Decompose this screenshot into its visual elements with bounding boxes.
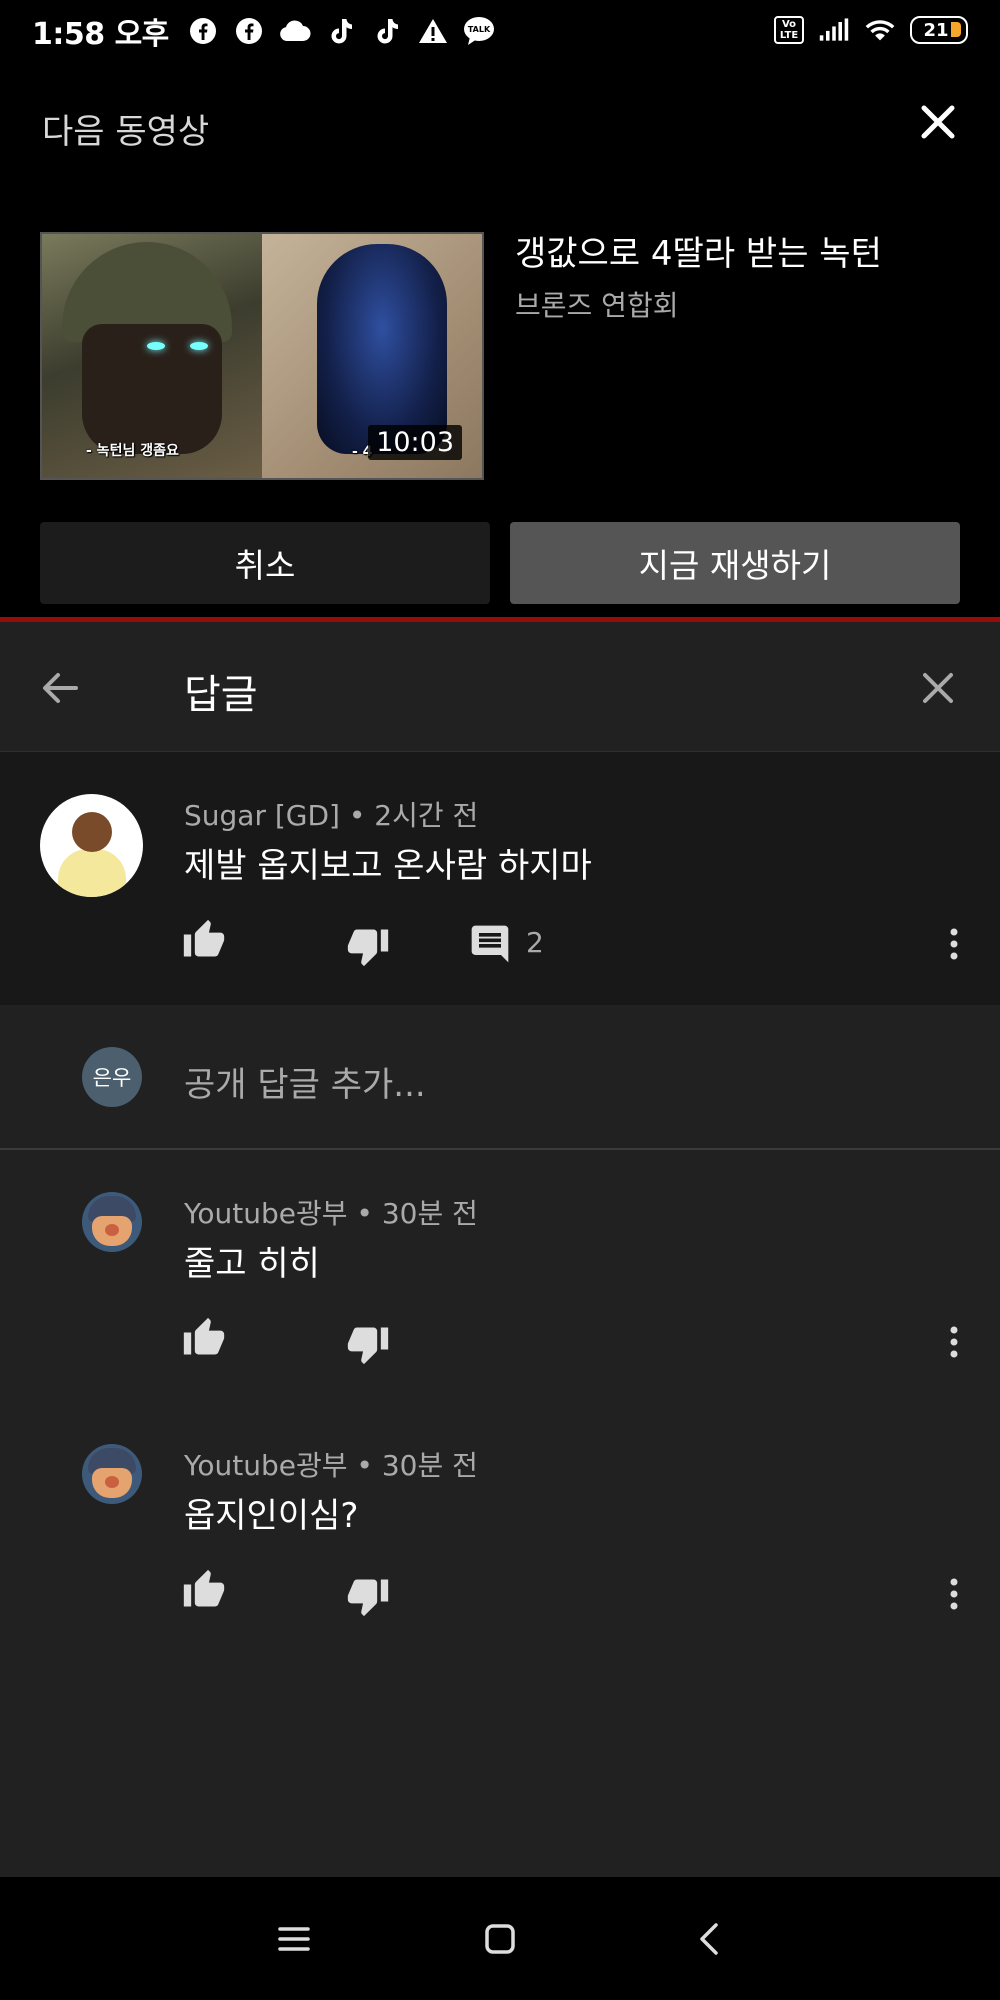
- tiktok-icon: [371, 15, 403, 47]
- wifi-icon: [864, 14, 896, 46]
- system-icons: Vo LTE 21: [774, 14, 968, 46]
- replies-list: Youtube광부 • 30분 전 줄고 히히 Youtube광부 • 30분 …: [0, 1150, 1000, 1877]
- dislike-icon[interactable]: [346, 1322, 390, 1366]
- replies-title: 답글: [184, 672, 258, 718]
- thumbnail-subtitle-left: - 녹턴님 갱좀요: [86, 443, 179, 459]
- battery-indicator: 21: [910, 16, 968, 44]
- reply-count: 2: [526, 926, 544, 959]
- more-options-icon[interactable]: [932, 922, 976, 966]
- notification-icons: TALK: [187, 15, 495, 47]
- warning-icon: [417, 15, 449, 47]
- dislike-icon[interactable]: [346, 1574, 390, 1618]
- menu-icon[interactable]: [270, 1915, 318, 1963]
- back-arrow-icon[interactable]: [36, 664, 84, 712]
- navigation-bar: [0, 1877, 1000, 2000]
- comment-text: 제발 옵지보고 온사람 하지마: [184, 846, 592, 886]
- status-bar: 1:58 오후 TALK Vo LTE 21: [0, 0, 1000, 62]
- next-video-channel: 브론즈 연합회: [515, 289, 679, 322]
- close-icon[interactable]: [914, 664, 962, 712]
- reply-comment-icon[interactable]: [468, 922, 512, 966]
- close-icon[interactable]: [914, 98, 962, 146]
- volte-badge: Vo LTE: [774, 16, 804, 44]
- back-icon[interactable]: [686, 1915, 734, 1963]
- more-options-icon[interactable]: [932, 1572, 976, 1616]
- cloud-icon: [279, 15, 311, 47]
- thumbnail-left-panel: - 녹턴님 갱좀요: [42, 234, 262, 478]
- like-icon[interactable]: [182, 1568, 226, 1612]
- reply-input[interactable]: 공개 답글 추가...: [184, 1057, 426, 1106]
- comment-meta: Sugar [GD] • 2시간 전: [184, 799, 479, 832]
- video-thumbnail[interactable]: - 녹턴님 갱좀요 - 4 10:03: [40, 232, 484, 480]
- reply-meta: Youtube광부 • 30분 전: [184, 1197, 478, 1230]
- talk-icon-label: TALK: [468, 25, 491, 34]
- battery-fill: [951, 22, 961, 37]
- more-options-icon[interactable]: [932, 1320, 976, 1364]
- avatar[interactable]: [40, 794, 143, 897]
- battery-level: 21: [923, 19, 949, 41]
- video-duration: 10:03: [368, 425, 462, 460]
- signal-icon: [818, 14, 850, 46]
- home-icon[interactable]: [476, 1915, 524, 1963]
- parent-comment: Sugar [GD] • 2시간 전 제발 옵지보고 온사람 하지마 2: [0, 752, 1000, 1005]
- tiktok-icon: [325, 15, 357, 47]
- add-reply-row[interactable]: 은우 공개 답글 추가...: [0, 1005, 1000, 1150]
- up-next-panel: 다음 동영상 - 녹턴님 갱좀요 - 4 10:03 갱값으로 4딸라 받는 녹…: [0, 62, 1000, 617]
- like-icon[interactable]: [182, 1316, 226, 1360]
- reply-text: 줄고 히히: [184, 1244, 320, 1284]
- up-next-heading: 다음 동영상: [42, 112, 210, 152]
- facebook-icon: [233, 15, 265, 47]
- talk-icon: TALK: [463, 15, 495, 47]
- dislike-icon[interactable]: [346, 924, 390, 968]
- replies-header: 답글: [0, 622, 1000, 752]
- like-icon[interactable]: [182, 918, 226, 962]
- status-time: 1:58 오후: [32, 17, 169, 52]
- next-video-title[interactable]: 갱값으로 4딸라 받는 녹턴: [515, 232, 975, 276]
- play-now-button[interactable]: 지금 재생하기: [510, 522, 960, 604]
- facebook-icon: [187, 15, 219, 47]
- avatar[interactable]: [82, 1192, 142, 1252]
- reply-meta: Youtube광부 • 30분 전: [184, 1449, 478, 1482]
- cancel-button[interactable]: 취소: [40, 522, 490, 604]
- avatar[interactable]: [82, 1444, 142, 1504]
- reply-text: 옵지인이심?: [184, 1496, 359, 1536]
- avatar: 은우: [82, 1047, 142, 1107]
